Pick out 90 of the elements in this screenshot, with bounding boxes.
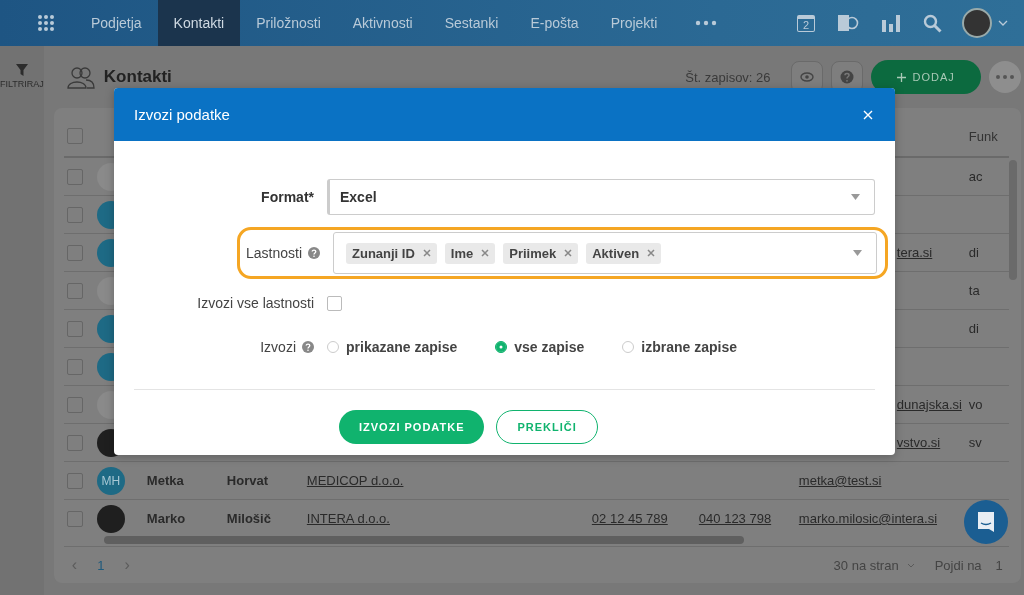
- row-checkbox[interactable]: [66, 320, 83, 337]
- field-label: Lastnosti: [245, 245, 302, 261]
- row-checkbox[interactable]: [66, 206, 83, 223]
- table-cell: Horvat: [226, 473, 269, 488]
- dropdown-caret-icon: [851, 194, 860, 200]
- eye-icon: [799, 72, 814, 82]
- row-checkbox[interactable]: [66, 510, 83, 527]
- phone-link[interactable]: 040 123 798: [698, 511, 772, 526]
- search-icon[interactable]: [923, 13, 942, 33]
- select-all-checkbox[interactable]: [66, 128, 83, 144]
- caret-icon[interactable]: [906, 562, 915, 568]
- company-link[interactable]: INTERA d.o.o.: [306, 511, 390, 526]
- goto-label: Pojdi na: [934, 557, 982, 573]
- page-number[interactable]: 1: [97, 557, 105, 573]
- dropdown-caret-icon: [853, 250, 862, 256]
- table-cell: Metka: [146, 473, 184, 488]
- table-cell: di: [968, 245, 979, 260]
- row-checkbox[interactable]: [66, 396, 83, 413]
- export-all-checkbox[interactable]: [327, 295, 342, 311]
- chat-bubble-icon: [976, 511, 996, 533]
- calendar-icon[interactable]: 2: [797, 14, 815, 32]
- row-checkbox[interactable]: [66, 282, 83, 299]
- plus-icon: [896, 72, 906, 82]
- table-cell: Milošič: [226, 511, 271, 526]
- table-cell: vo: [968, 397, 983, 412]
- more-dots-icon[interactable]: [695, 20, 718, 26]
- table-cell: ac: [968, 169, 983, 184]
- nav-tab[interactable]: Aktivnosti: [336, 0, 429, 46]
- row-checkbox[interactable]: [66, 472, 83, 489]
- help-icon[interactable]: [308, 247, 320, 259]
- goto-page-field[interactable]: 1: [995, 557, 1003, 573]
- table-cell: sv: [968, 435, 982, 450]
- field-label: Izvozi: [260, 339, 296, 355]
- email-link[interactable]: metka@test.si: [798, 473, 882, 488]
- table-cell: ta: [968, 283, 980, 298]
- property-tag: Priimek: [503, 242, 579, 264]
- radio-button[interactable]: [495, 341, 508, 353]
- users-icon: [65, 65, 96, 89]
- email-link[interactable]: dunajska.si: [896, 397, 962, 412]
- radio-label[interactable]: vse zapise: [514, 339, 585, 355]
- table-cell: Marko: [146, 511, 186, 526]
- more-button[interactable]: [988, 61, 1021, 93]
- filter-icon: [15, 64, 28, 76]
- nav-tab[interactable]: Kontakti: [157, 0, 241, 46]
- column-header[interactable]: Funk: [968, 128, 1009, 144]
- row-checkbox[interactable]: [66, 244, 83, 261]
- radio-label[interactable]: prikazane zapise: [346, 339, 458, 355]
- nav-tab[interactable]: Projekti: [594, 0, 674, 46]
- user-avatar[interactable]: [962, 8, 992, 38]
- more-dots-icon: [995, 75, 1014, 79]
- row-checkbox[interactable]: [66, 358, 83, 375]
- close-icon[interactable]: [863, 109, 873, 120]
- remove-icon[interactable]: [481, 249, 490, 257]
- apps-grid-icon[interactable]: [37, 14, 55, 32]
- remove-icon[interactable]: [422, 249, 431, 257]
- field-label: Format*: [260, 189, 315, 205]
- nav-tab[interactable]: Priložnosti: [240, 0, 337, 46]
- property-tag: Ime: [444, 242, 496, 264]
- nav-tab[interactable]: E-pošta: [514, 0, 595, 46]
- question-icon: [839, 70, 854, 84]
- table-cell: di: [968, 321, 979, 336]
- remove-icon[interactable]: [564, 249, 573, 257]
- email-link[interactable]: vstvo.si: [896, 435, 941, 450]
- filter-button[interactable]: FILTRIRAJ: [0, 56, 44, 89]
- cancel-button[interactable]: PREKLIČI: [496, 410, 598, 444]
- nav-tab[interactable]: Podjetja: [75, 0, 158, 46]
- format-select[interactable]: Excel: [327, 179, 875, 215]
- company-link[interactable]: MEDICOP d.o.o.: [306, 473, 404, 488]
- row-checkbox[interactable]: [66, 168, 83, 185]
- radio-label[interactable]: izbrane zapise: [641, 339, 738, 355]
- email-link[interactable]: tera.si: [896, 245, 933, 260]
- nav-tab[interactable]: Sestanki: [428, 0, 515, 46]
- page-title: Kontakti: [103, 67, 172, 87]
- email-link[interactable]: marko.milosic@intera.si: [798, 511, 937, 526]
- horizontal-scrollbar[interactable]: [103, 536, 744, 544]
- dialog-title: Izvozi podatke: [134, 106, 230, 123]
- property-tag: Zunanji ID: [346, 242, 437, 264]
- help-icon[interactable]: [302, 341, 314, 353]
- bar-chart-icon[interactable]: [881, 14, 901, 32]
- record-count: Št. zapisov: 26: [685, 69, 771, 85]
- row-checkbox[interactable]: [66, 434, 83, 451]
- add-button[interactable]: DODAJ: [870, 60, 981, 94]
- phone-link[interactable]: 02 12 45 789: [591, 511, 668, 526]
- properties-multiselect[interactable]: Zunanji ID Ime Priimek Aktiven: [333, 232, 877, 274]
- avatar: MH: [96, 466, 125, 495]
- export-button[interactable]: IZVOZI PODATKE: [339, 410, 485, 444]
- field-label: Izvozi vse lastnosti: [196, 295, 315, 311]
- remove-icon[interactable]: [647, 249, 656, 257]
- per-page-select[interactable]: 30 na stran: [833, 557, 899, 573]
- property-tag: Aktiven: [586, 242, 662, 264]
